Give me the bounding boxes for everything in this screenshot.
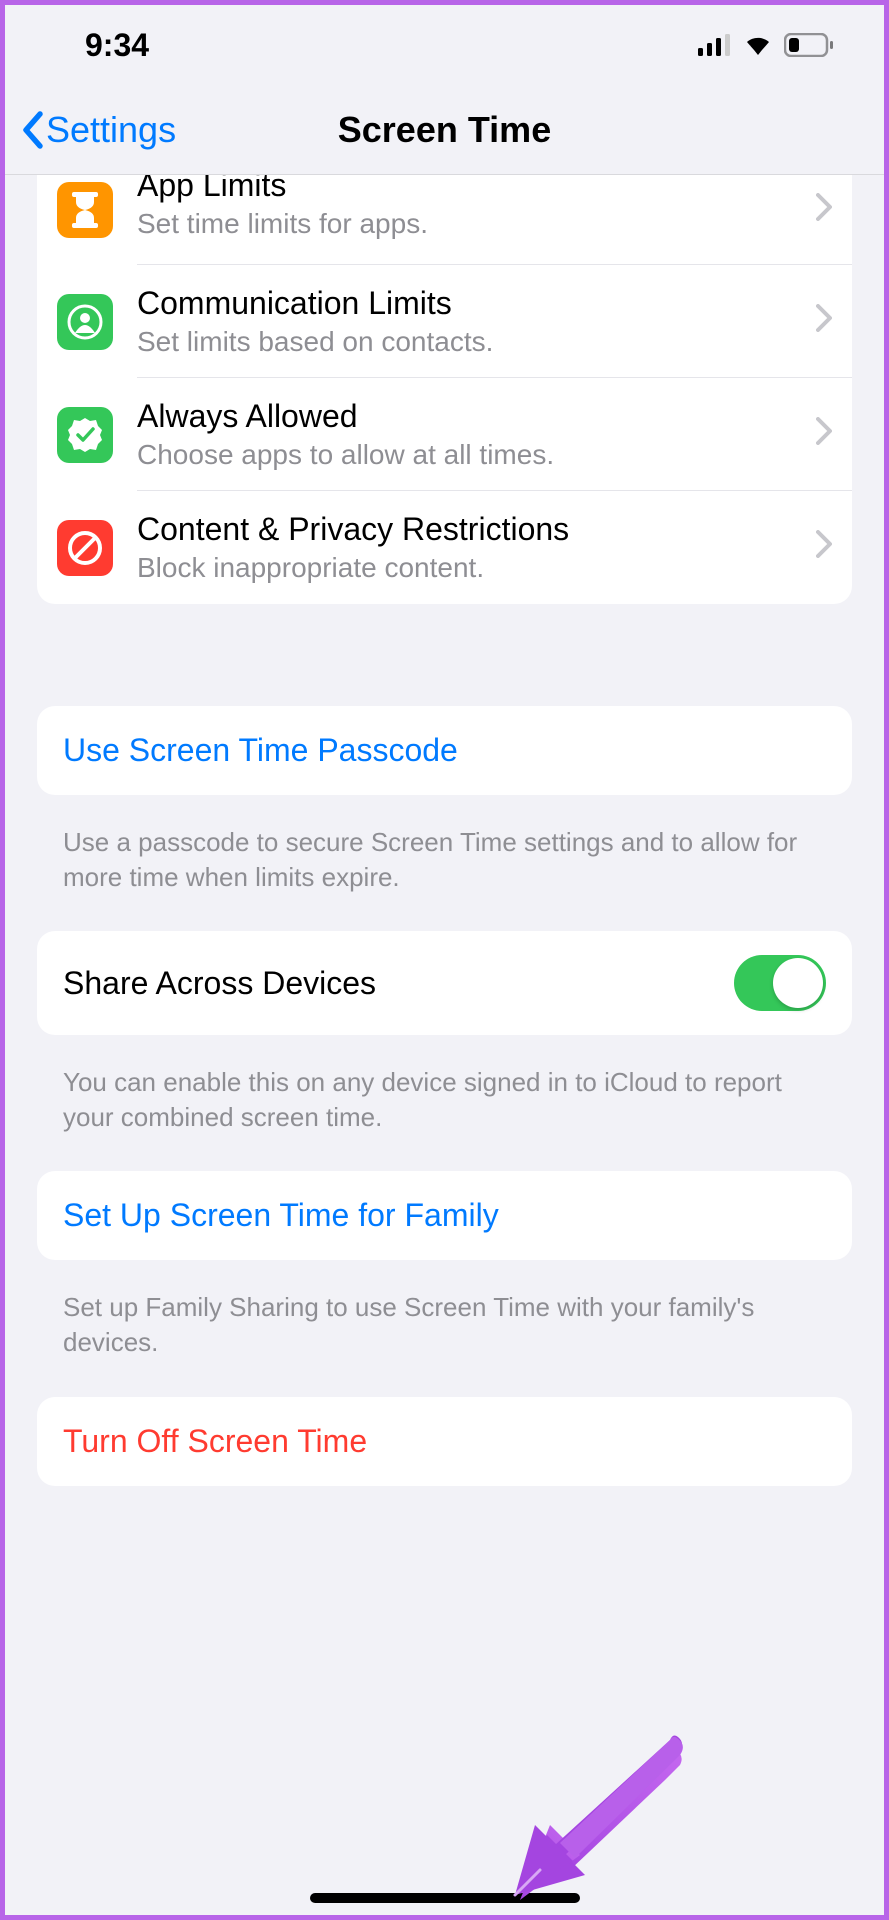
family-footer: Set up Family Sharing to use Screen Time… xyxy=(37,1280,852,1396)
row-always-allowed[interactable]: Always Allowed Choose apps to allow at a… xyxy=(37,378,852,491)
row-subtitle: Set limits based on contacts. xyxy=(137,326,806,358)
toggle-knob xyxy=(773,958,823,1008)
status-time: 9:34 xyxy=(85,27,149,64)
family-setup-button[interactable]: Set Up Screen Time for Family xyxy=(37,1171,852,1260)
check-seal-icon xyxy=(57,407,113,463)
back-chevron-icon xyxy=(20,110,44,150)
turnoff-group: Turn Off Screen Time xyxy=(37,1397,852,1486)
chevron-right-icon xyxy=(816,303,832,340)
share-group: Share Across Devices xyxy=(37,931,852,1035)
wifi-icon xyxy=(742,33,774,57)
row-subtitle: Set time limits for apps. xyxy=(137,208,806,240)
row-communication-limits[interactable]: Communication Limits Set limits based on… xyxy=(37,265,852,378)
use-passcode-button[interactable]: Use Screen Time Passcode xyxy=(37,706,852,795)
row-title: Communication Limits xyxy=(137,285,806,322)
status-indicators xyxy=(698,33,834,57)
cellular-icon xyxy=(698,34,732,56)
nav-title: Screen Time xyxy=(338,109,551,151)
hourglass-icon xyxy=(57,182,113,238)
status-bar: 9:34 xyxy=(5,5,884,85)
family-group: Set Up Screen Time for Family xyxy=(37,1171,852,1260)
row-title: Content & Privacy Restrictions xyxy=(137,511,806,548)
row-subtitle: Block inappropriate content. xyxy=(137,552,806,584)
chevron-right-icon xyxy=(816,192,832,229)
row-content-privacy[interactable]: Content & Privacy Restrictions Block ina… xyxy=(37,491,852,604)
chevron-right-icon xyxy=(816,529,832,566)
row-subtitle: Choose apps to allow at all times. xyxy=(137,439,806,471)
share-toggle[interactable] xyxy=(734,955,826,1011)
row-app-limits[interactable]: App Limits Set time limits for apps. xyxy=(37,175,852,265)
row-title: Always Allowed xyxy=(137,398,806,435)
danger-label: Turn Off Screen Time xyxy=(63,1423,367,1459)
passcode-footer: Use a passcode to secure Screen Time set… xyxy=(37,815,852,931)
battery-icon xyxy=(784,33,834,57)
link-label: Set Up Screen Time for Family xyxy=(63,1197,499,1233)
share-footer: You can enable this on any device signed… xyxy=(37,1055,852,1171)
options-group: App Limits Set time limits for apps. Com… xyxy=(37,175,852,604)
turn-off-button[interactable]: Turn Off Screen Time xyxy=(37,1397,852,1486)
back-button[interactable]: Settings xyxy=(20,109,176,151)
toggle-label: Share Across Devices xyxy=(63,965,376,1002)
row-title: App Limits xyxy=(137,175,806,204)
content-area: App Limits Set time limits for apps. Com… xyxy=(5,175,884,1915)
chevron-right-icon xyxy=(816,416,832,453)
nav-bar: Settings Screen Time xyxy=(5,85,884,175)
back-label: Settings xyxy=(46,109,176,151)
share-devices-row[interactable]: Share Across Devices xyxy=(37,931,852,1035)
contact-icon xyxy=(57,294,113,350)
link-label: Use Screen Time Passcode xyxy=(63,732,458,768)
no-entry-icon xyxy=(57,520,113,576)
passcode-group: Use Screen Time Passcode xyxy=(37,706,852,795)
home-indicator[interactable] xyxy=(310,1893,580,1903)
